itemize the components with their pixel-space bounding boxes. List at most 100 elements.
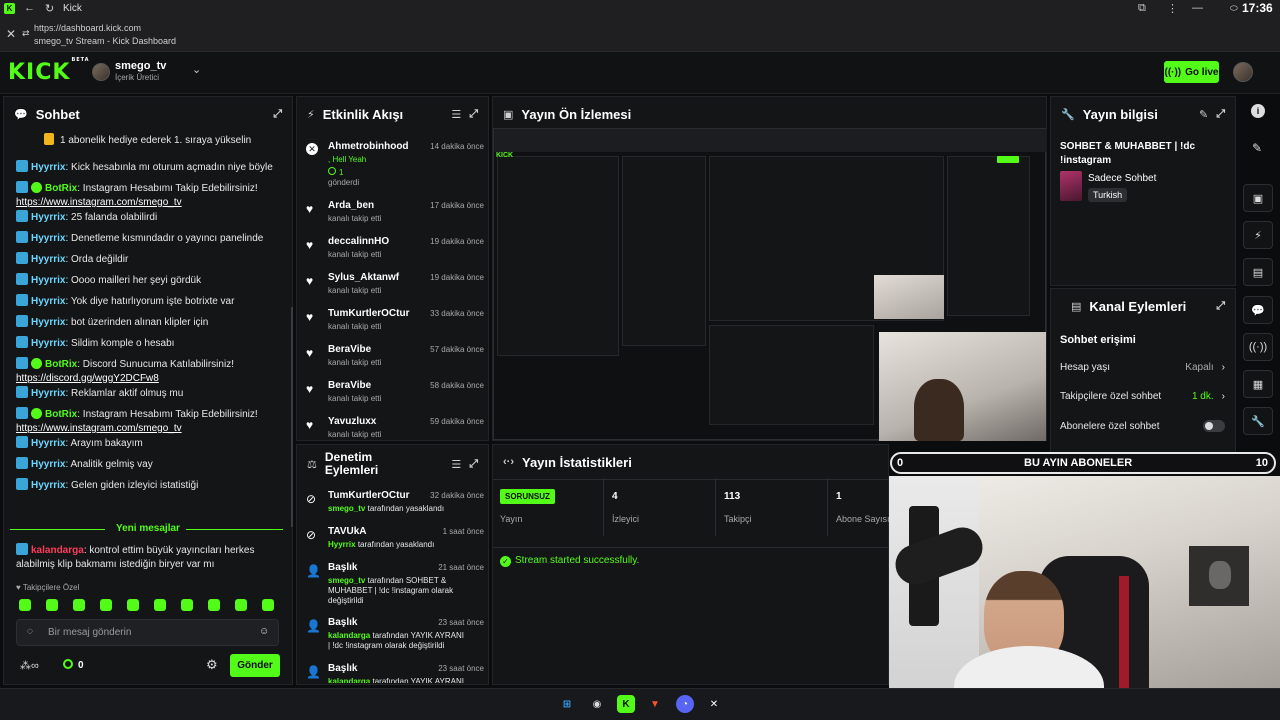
activity-item[interactable]: ♥ BeraVibe 57 dakika önce kanalı takip etti [304,342,484,378]
kick-taskbar-icon[interactable]: K [617,695,635,713]
chat-message[interactable]: Hyyrrix: Reklamlar aktif olmuş mu [16,386,281,401]
discord-taskbar-icon[interactable]: ◔ [676,695,694,713]
emote-icon[interactable] [100,599,112,611]
stat-viewers: 4 İzleyici [604,478,716,536]
info-icon[interactable]: i [1251,104,1265,118]
channel-actions-title: Kanal Eylemleri [1089,298,1187,314]
users-icon[interactable]: ⁂∞ [20,659,39,672]
emote-icon[interactable] [262,599,274,611]
emote-icon[interactable] [208,599,220,611]
kick-logo[interactable]: KICKBETA [8,57,90,85]
popout-icon[interactable]: ⤢ [273,108,282,121]
popout-icon[interactable]: ⤢ [469,458,478,471]
followers-only-row[interactable]: Takipçilere özel sohbet 1 dk. › [1060,391,1225,402]
edit-layout-icon[interactable]: ✎ [1252,141,1262,155]
account-age-row[interactable]: Hesap yaşı Kapalı › [1060,362,1225,373]
go-live-button[interactable]: ((·)) Go live [1164,61,1219,83]
stat-status: SORUNSUZ Yayın [492,478,604,536]
moderation-item[interactable]: 👤 Başlık 21 saat önce smego_tv tarafından S… [304,560,484,612]
chat-message[interactable]: Hyyrrix: 25 falanda olabilirdi [16,210,281,225]
moderation-item[interactable]: 👤 Başlık 23 saat önce kalandarga tarafından… [304,661,484,683]
activity-item[interactable]: ♥ BeraVibe 58 dakika önce kanalı takip etti [304,378,484,414]
chat-link[interactable]: https://www.instagram.com/smego_tv [16,197,182,208]
taskbar [0,688,1280,720]
emote-icon[interactable] [181,599,193,611]
rail-activity-icon[interactable]: ⚡ [1243,221,1273,249]
rail-wrench-icon[interactable]: 🔧 [1243,407,1273,435]
close-icon[interactable]: ✕ [6,27,16,41]
activity-item[interactable]: ♥ Arda_ben 17 dakika önce kanalı takip etti [304,198,484,234]
chat-message[interactable]: Hyyrrix: Gelen giden izleyici istatistiğ… [16,478,281,493]
rail-store-icon[interactable]: ▦ [1243,370,1273,398]
chat-message[interactable]: BotRix: Instagram Hesabımı Takip Edebili… [16,407,281,436]
chat-message[interactable]: Hyyrrix: Denetleme kısmındadır o yayıncı… [16,231,281,246]
brave-taskbar-icon[interactable]: ▼ [646,695,664,713]
username[interactable]: smego_tv [115,60,166,72]
extensions-icon[interactable]: ⧉ [1138,2,1146,15]
rail-notes-icon[interactable]: ▤ [1243,258,1273,286]
chat-message[interactable]: Hyyrrix: Arayım bakayım [16,436,281,451]
stream-title: SOHBET & MUHABBET | !dc !instagram [1060,141,1196,166]
filter-icon[interactable]: ☰ [451,108,461,121]
chevron-down-icon[interactable]: ⌄ [192,63,201,76]
profile-avatar[interactable] [1233,62,1253,82]
popout-icon[interactable]: ⤢ [1216,300,1225,313]
edit-icon[interactable]: ✎ [1199,108,1208,121]
chrome-taskbar-icon[interactable]: ◉ [588,695,606,713]
app-header: KICKBETA smego_tv İçerik Üretici ⌄ [0,52,1280,94]
popout-icon[interactable]: ⤢ [469,108,478,121]
category-name[interactable]: Sadece Sohbet [1088,173,1156,184]
moderation-item[interactable]: 👤 Başlık 23 saat önce kalandarga tarafından… [304,615,484,667]
subscribers-only-row[interactable]: Abonelere özel sohbet [1060,420,1225,432]
back-icon[interactable]: ← [24,2,35,14]
heart-icon: ♥ [306,310,314,324]
x-taskbar-icon[interactable]: ✕ [705,695,723,713]
scrollbar[interactable] [291,307,293,527]
avatar[interactable] [92,63,110,81]
stat-followers: 113 Takipçi [716,478,828,536]
emote-icon[interactable] [127,599,139,611]
send-button[interactable]: Gönder [230,654,280,677]
chat-settings-gear-icon[interactable]: ⚙ [206,657,218,673]
heart-icon: ♥ [306,202,314,216]
emote-icon[interactable] [235,599,247,611]
chat-link[interactable]: https://www.instagram.com/smego_tv [16,423,182,434]
chat-message[interactable]: Hyyrrix: Kick hesabınla mı oturum açmadı… [16,160,281,175]
popout-icon[interactable]: ⤢ [1216,108,1225,121]
chat-link[interactable]: https://discord.gg/wggY2DCFw8 [16,373,159,384]
emote-icon[interactable] [73,599,85,611]
preview-video[interactable]: KICK [493,128,1047,441]
chat-message[interactable]: Hyyrrix: bot üzerinden alınan klipler iç… [16,315,281,330]
heart-icon: ♥ [306,274,314,288]
chat-message[interactable]: Hyyrrix: Oooo mailleri her şeyi gördük [16,273,281,288]
chat-message[interactable]: Hyyrrix: Sildim komple o hesabı [16,336,281,351]
subscribers-only-toggle[interactable] [1203,420,1225,432]
minimize-icon[interactable]: — [1192,2,1203,14]
chat-message[interactable]: BotRix: Discord Sunucuma Katılabilirsini… [16,357,281,386]
chat-message[interactable]: Hyyrrix: Yok diye hatırlıyorum işte botr… [16,294,281,309]
site-settings-icon[interactable]: ⇄ [22,28,30,39]
chat-message[interactable]: BotRix: Instagram Hesabımı Takip Edebili… [16,181,281,210]
emoji-icon[interactable]: ☺ [259,626,269,637]
rail-broadcast-icon[interactable]: ((·)) [1243,333,1273,361]
chat-message[interactable]: Hyyrrix: Orda değildir [16,252,281,267]
filter-icon[interactable]: ☰ [451,458,461,471]
rail-chat-icon[interactable]: 💬 [1243,296,1273,324]
windows-start-icon[interactable]: ⊞ [558,695,576,713]
reload-icon[interactable]: ↻ [45,2,54,15]
chat-input[interactable]: ◌ Bir mesaj gönderin ☺ [16,619,279,646]
activity-item[interactable]: ♥ Sylus_Aktanwf 19 dakika önce kanalı takip… [304,270,484,306]
activity-item[interactable]: ✕ Ahmetrobinhood 14 dakika önce, Hell Yeah… [304,139,484,187]
rail-preview-icon[interactable]: ▣ [1243,184,1273,212]
chat-message[interactable]: Hyyrrix: Analitik gelmiş vay [16,457,281,472]
url-text[interactable]: https://dashboard.kick.com [34,23,141,33]
chat-message[interactable]: kalandarga: kontrol ettim büyük yayıncıl… [16,543,281,572]
tab-title[interactable]: Kick [63,3,82,14]
moderation-title: Denetim Eylemleri [324,450,379,477]
emote-icon[interactable] [19,599,31,611]
emote-icon[interactable] [154,599,166,611]
activity-item[interactable]: ♥ deccalinnHO 19 dakika önce kanalı takip e… [304,234,484,270]
menu-icon[interactable]: ⋮ [1167,2,1178,15]
emote-icon[interactable] [46,599,58,611]
activity-item[interactable]: ♥ TumKurtlerOCtur 33 dakika önce kanalı tak… [304,306,484,342]
